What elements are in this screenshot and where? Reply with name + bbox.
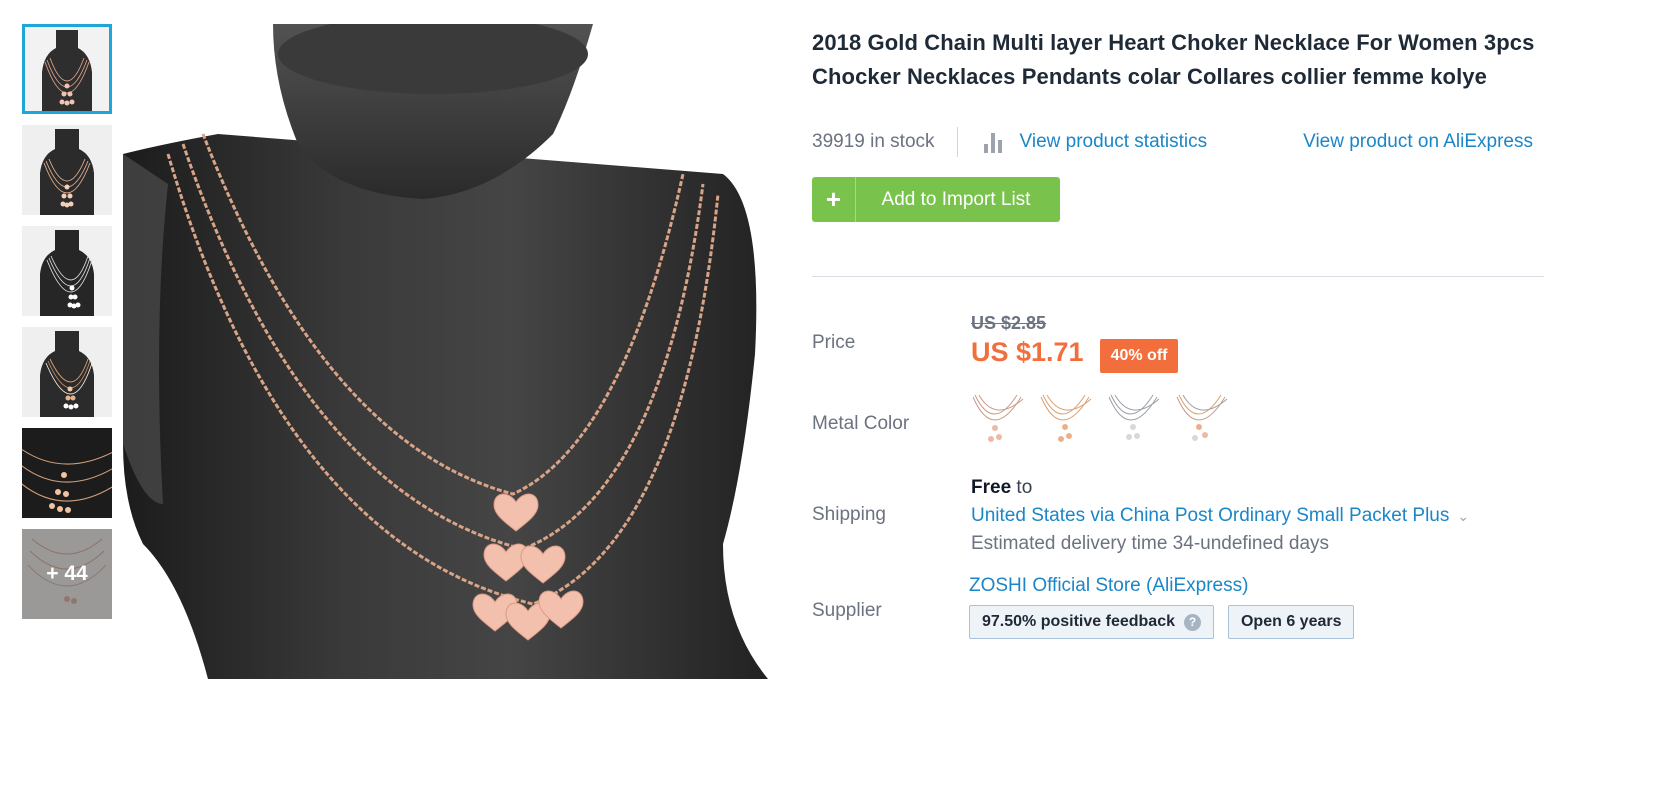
color-option-mixed[interactable]: [1175, 393, 1229, 447]
current-price: US $1.71: [971, 337, 1084, 367]
view-statistics-link[interactable]: View product statistics: [1020, 131, 1208, 153]
necklace-swatch-image: [1040, 394, 1092, 442]
view-on-aliexpress-link[interactable]: View product on AliExpress: [1303, 131, 1533, 153]
product-info: 2018 Gold Chain Multi layer Heart Choker…: [812, 26, 1547, 639]
more-images-count[interactable]: + 44: [22, 529, 112, 619]
feedback-badge: 97.50% positive feedback ?: [969, 605, 1214, 639]
thumbnail-6[interactable]: + 44: [22, 529, 112, 619]
necklace-thumbnail-image: [22, 24, 112, 114]
color-option-gold[interactable]: [1039, 393, 1093, 447]
necklace-thumbnail-image: [22, 125, 112, 215]
price-values: US $2.85 US $1.71 40% off: [971, 313, 1179, 373]
delivery-estimate: Estimated delivery time 34-undefined day…: [971, 533, 1330, 554]
stock-count: 39919 in stock: [812, 131, 935, 152]
section-divider: [812, 276, 1544, 277]
shipping-method[interactable]: United States via China Post Ordinary Sm…: [971, 505, 1449, 526]
color-option-rose-gold[interactable]: [971, 393, 1025, 447]
thumbnail-5[interactable]: [22, 428, 112, 518]
discount-badge: 40% off: [1099, 338, 1179, 373]
necklace-thumbnail-image: [22, 327, 112, 417]
meta-divider: [956, 127, 958, 157]
thumbnail-4[interactable]: [22, 327, 112, 417]
original-price: US $2.85: [971, 313, 1047, 333]
bar-chart-icon: [983, 131, 1006, 153]
shipping-cost-line: Free to: [971, 474, 1469, 502]
supplier-details: ZOSHI Official Store (AliExpress) 97.50%…: [969, 575, 1355, 639]
product-title: 2018 Gold Chain Multi layer Heart Choker…: [812, 30, 1535, 89]
shipping-to: to: [1016, 477, 1033, 498]
thumbnail-list: + 44: [22, 24, 112, 630]
necklace-closeup-thumbnail-image: [22, 428, 112, 518]
store-age-badge: Open 6 years: [1227, 605, 1355, 639]
shipping-label: Shipping: [812, 504, 886, 525]
necklace-thumbnail-image: [22, 226, 112, 316]
thumbnail-3[interactable]: [22, 226, 112, 316]
main-product-image[interactable]: [123, 24, 778, 679]
chevron-down-icon[interactable]: ⌄: [1457, 502, 1469, 530]
thumbnail-2[interactable]: [22, 125, 112, 215]
shipping-cost: Free: [971, 477, 1012, 498]
product-meta: 39919 in stock View product statistics V…: [812, 122, 1547, 162]
add-to-import-list-label: Add to Import List: [881, 188, 1031, 210]
add-to-import-list-button[interactable]: + Add to Import List: [812, 177, 1060, 222]
shipping-method-selector[interactable]: United States via China Post Ordinary Sm…: [971, 502, 1469, 530]
plus-icon: +: [812, 177, 856, 222]
feedback-text: 97.50% positive feedback: [982, 613, 1175, 630]
necklace-swatch-image: [1108, 394, 1160, 440]
shipping-details: Free to United States via China Post Ord…: [971, 474, 1469, 558]
thumbnail-1[interactable]: [22, 24, 112, 114]
supplier-store-link[interactable]: ZOSHI Official Store (AliExpress): [969, 575, 1248, 596]
color-option-silver[interactable]: [1107, 393, 1161, 447]
metal-color-label: Metal Color: [812, 413, 910, 434]
metal-color-options: [971, 393, 1229, 447]
necklace-swatch-image: [972, 394, 1024, 442]
necklace-bust-image: [123, 24, 778, 679]
supplier-badges: 97.50% positive feedback ? Open 6 years: [969, 605, 1355, 639]
supplier-label: Supplier: [812, 600, 882, 621]
necklace-swatch-image: [1176, 394, 1228, 441]
price-label: Price: [812, 332, 856, 353]
help-icon[interactable]: ?: [1183, 613, 1201, 631]
current-price-line: US $1.71 40% off: [971, 337, 1179, 373]
